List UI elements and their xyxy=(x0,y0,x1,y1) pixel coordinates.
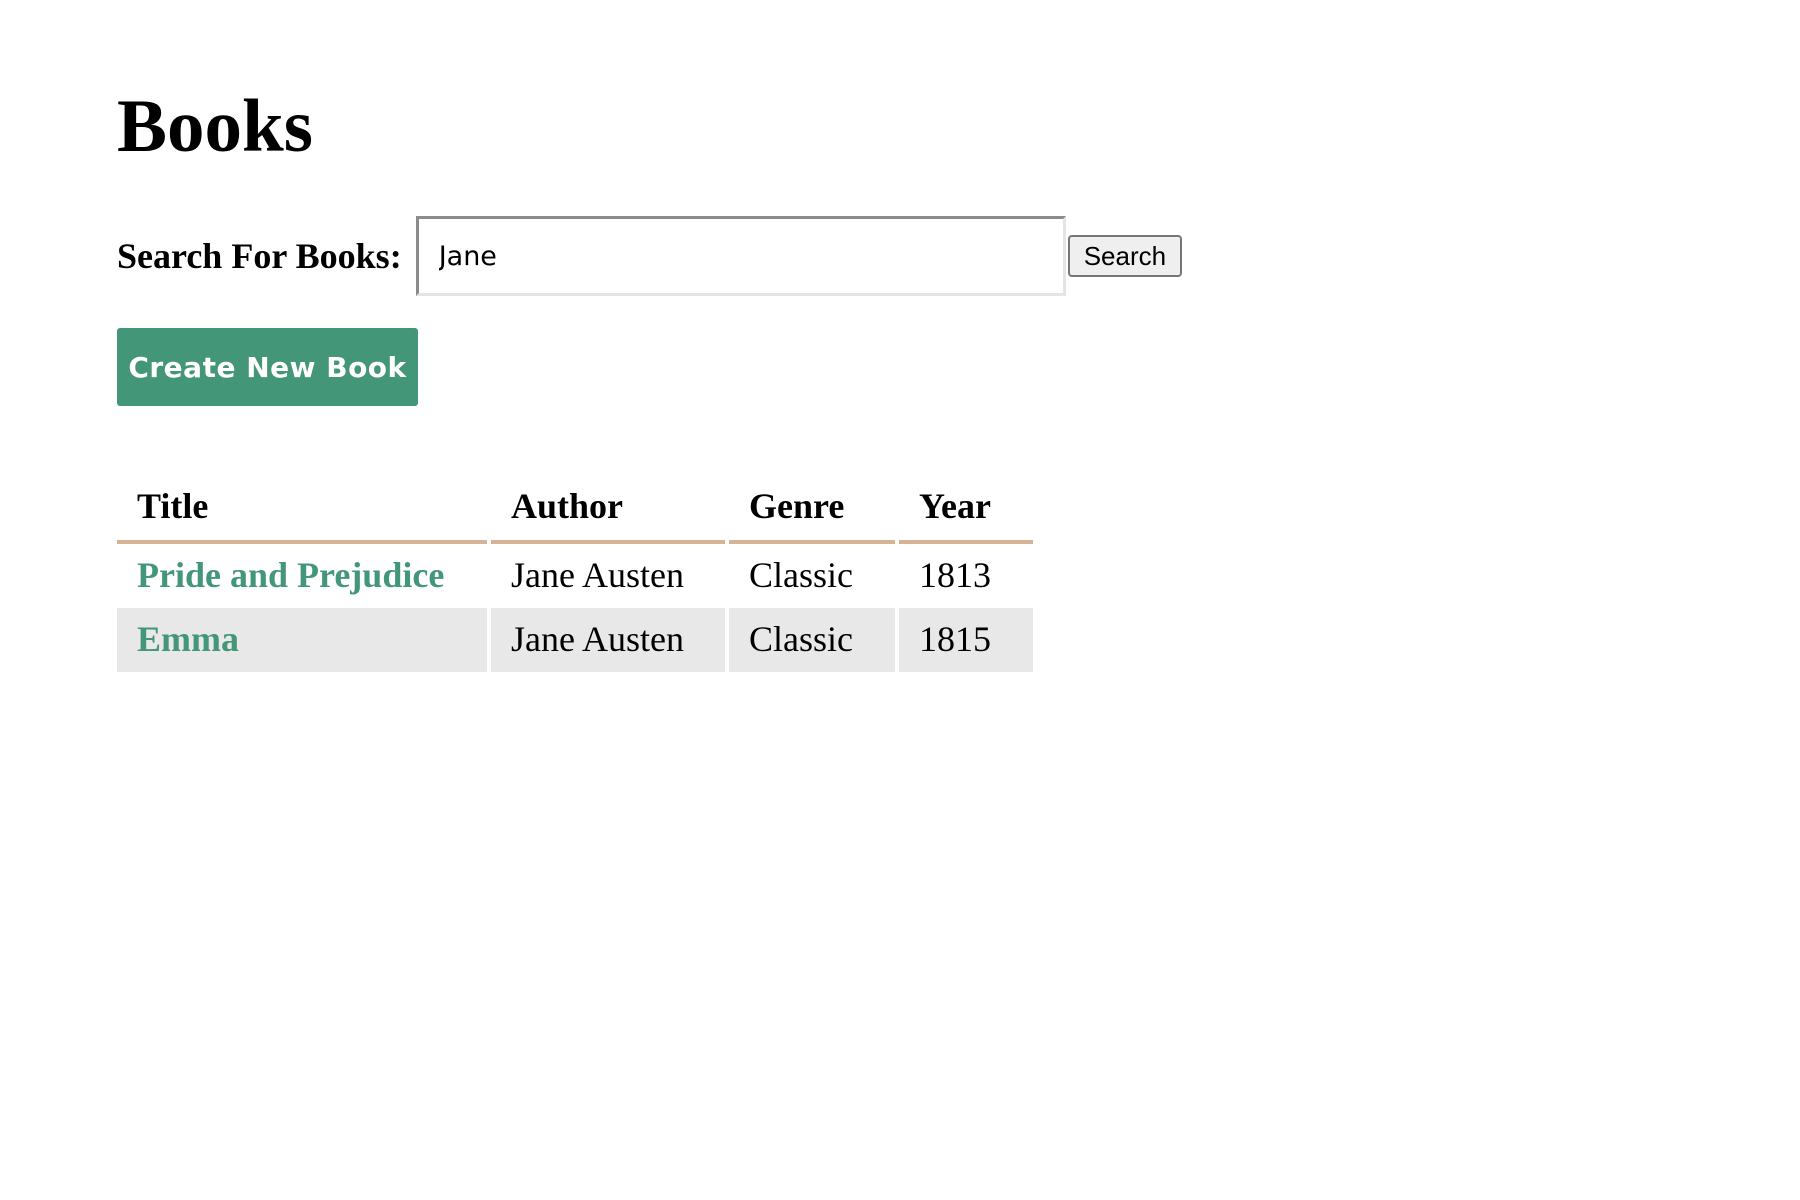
table-header-row: Title Author Genre Year xyxy=(117,470,1033,544)
search-form: Search For Books: Search xyxy=(117,216,1183,296)
create-new-book-button[interactable]: Create New Book xyxy=(117,328,418,406)
search-label: Search For Books: xyxy=(117,236,402,276)
cell-year: 1815 xyxy=(899,608,1033,672)
cell-genre: Classic xyxy=(729,608,895,672)
books-table: Title Author Genre Year Pride and Prejud… xyxy=(113,470,1037,672)
book-title-link[interactable]: Pride and Prejudice xyxy=(137,555,444,595)
search-input[interactable] xyxy=(415,216,1066,296)
cell-title: Emma xyxy=(117,608,487,672)
books-page: Books Search For Books: Search Create Ne… xyxy=(0,0,1800,1200)
column-header-author: Author xyxy=(491,470,725,544)
cell-author: Jane Austen xyxy=(491,608,725,672)
page-title: Books xyxy=(117,85,313,168)
cell-genre: Classic xyxy=(749,555,853,595)
column-header-genre: Genre xyxy=(729,470,895,544)
table-row: Emma Jane Austen Classic 1815 xyxy=(117,608,1033,672)
book-title-link[interactable]: Emma xyxy=(137,619,239,659)
search-button[interactable]: Search xyxy=(1067,235,1183,277)
cell-year: 1813 xyxy=(919,555,991,595)
cell-title: Pride and Prejudice xyxy=(117,544,487,608)
column-header-title: Title xyxy=(117,470,487,544)
table-row: Pride and Prejudice Jane Austen Classic … xyxy=(117,544,1033,608)
cell-author: Jane Austen xyxy=(511,555,684,595)
column-header-year: Year xyxy=(899,470,1033,544)
